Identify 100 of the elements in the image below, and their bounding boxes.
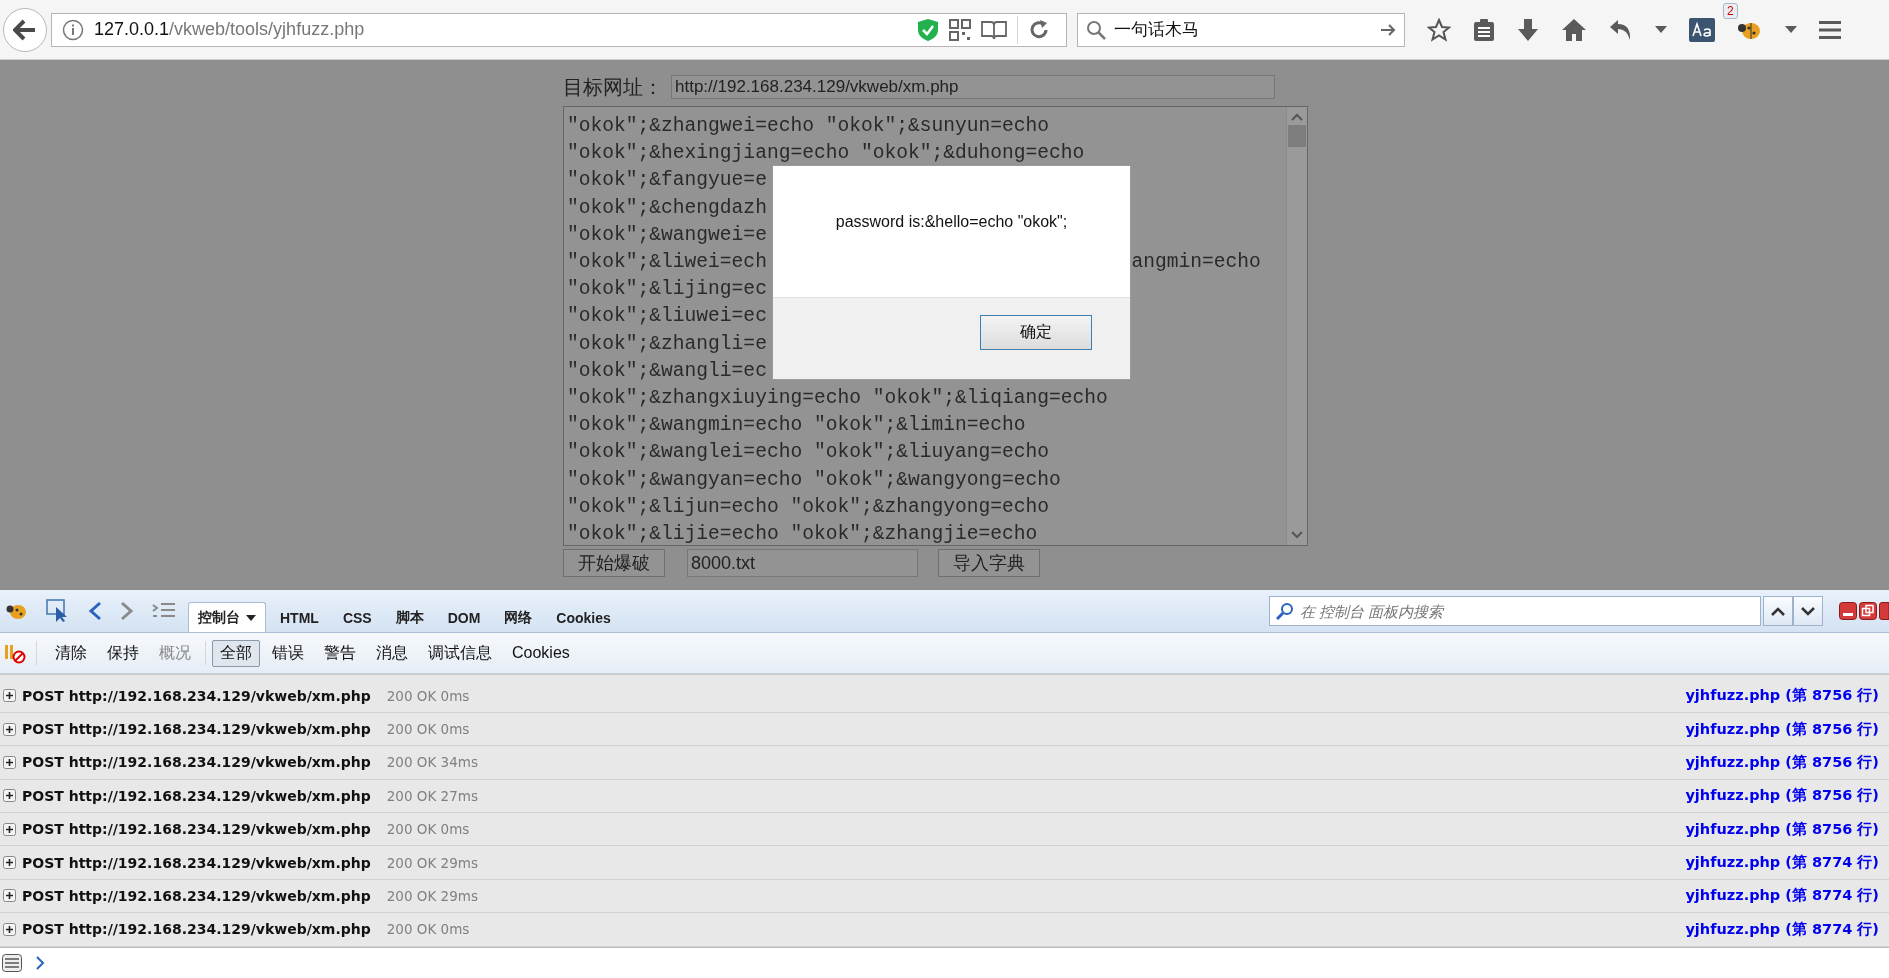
log-filter[interactable]: 调试信息	[420, 639, 500, 667]
qr-code-icon[interactable]	[949, 18, 971, 41]
book-icon[interactable]	[981, 19, 1007, 40]
log-row[interactable]: POST http://192.168.234.129/vkweb/xm.php 200 OK 0ms yjhfuzz.php (第 8756 行)	[0, 679, 1889, 713]
source-link[interactable]: yjhfuzz.php (第 8774 行)	[1685, 853, 1879, 873]
clear-console-icon[interactable]	[4, 642, 26, 665]
log-row[interactable]: POST http://192.168.234.129/vkweb/xm.php 200 OK 0ms yjhfuzz.php (第 8756 行)	[0, 813, 1889, 847]
scrollbar-thumb[interactable]	[1288, 125, 1306, 147]
log-filter[interactable]: 警告	[316, 639, 364, 667]
dropdown-caret-icon[interactable]	[1655, 25, 1667, 34]
expand-icon[interactable]	[3, 922, 16, 936]
log-row[interactable]: POST http://192.168.234.129/vkweb/xm.php 200 OK 0ms yjhfuzz.php (第 8756 行)	[0, 712, 1889, 747]
go-arrow-icon	[1380, 21, 1396, 38]
alert-message: password is:&hello=echo "okok";	[835, 212, 1068, 231]
close-icon[interactable]	[1879, 602, 1889, 621]
expand-icon[interactable]	[3, 889, 16, 903]
search-icon	[1086, 19, 1106, 40]
response-status: 200 OK 0ms	[386, 921, 470, 938]
scrollbar[interactable]	[1286, 107, 1307, 545]
ok-button[interactable]: 确定	[980, 315, 1092, 350]
star-icon[interactable]	[1427, 17, 1451, 42]
up-chevron-icon	[1771, 606, 1785, 616]
prompt-chevron-icon	[36, 955, 45, 970]
panel-tab[interactable]: HTML	[270, 602, 329, 633]
target-url-field[interactable]: http://192.168.234.129/vkweb/xm.php	[671, 75, 1275, 99]
expand-icon[interactable]	[3, 789, 16, 803]
request-text: POST http://192.168.234.129/vkweb/xm.php	[22, 921, 371, 938]
restore-icon[interactable]	[1859, 602, 1877, 621]
address-bar[interactable]: 127.0.0.1/vkweb/tools/yjhfuzz.php	[51, 12, 1067, 47]
undo-arrow-icon[interactable]	[1609, 18, 1633, 41]
source-link[interactable]: yjhfuzz.php (第 8774 行)	[1685, 919, 1879, 939]
console-action[interactable]: 清除	[47, 639, 95, 667]
log-row[interactable]: POST http://192.168.234.129/vkweb/xm.php 200 OK 0ms yjhfuzz.php (第 8774 行)	[0, 913, 1889, 947]
search-icon	[1276, 602, 1294, 621]
info-icon[interactable]	[62, 18, 84, 41]
panel-tab[interactable]: CSS	[332, 602, 382, 633]
log-filter[interactable]: 消息	[368, 639, 416, 667]
request-text: POST http://192.168.234.129/vkweb/xm.php	[22, 754, 371, 771]
source-link[interactable]: yjhfuzz.php (第 8756 行)	[1685, 819, 1879, 839]
home-icon[interactable]	[1561, 17, 1587, 42]
forward-chevron-icon[interactable]	[120, 601, 134, 622]
response-status: 200 OK 0ms	[386, 687, 470, 704]
clipboard-list-icon[interactable]	[1473, 17, 1495, 42]
url-text: 127.0.0.1/vkweb/tools/yjhfuzz.php	[94, 19, 366, 40]
log-row[interactable]: POST http://192.168.234.129/vkweb/xm.php 200 OK 29ms yjhfuzz.php (第 8774 行)	[0, 846, 1889, 880]
dropdown-caret-icon[interactable]	[1785, 25, 1797, 34]
notification-badge: 2	[1723, 2, 1738, 19]
expand-icon[interactable]	[3, 856, 16, 870]
back-arrow-icon	[13, 18, 37, 41]
request-text: POST http://192.168.234.129/vkweb/xm.php	[22, 721, 371, 738]
response-status: 200 OK 27ms	[386, 787, 478, 804]
down-chevron-icon	[1801, 606, 1815, 616]
panel-tab[interactable]: Cookies	[546, 602, 621, 633]
request-text: POST http://192.168.234.129/vkweb/xm.php	[22, 821, 371, 838]
scroll-up-icon[interactable]	[1291, 113, 1303, 121]
back-button[interactable]	[3, 7, 47, 52]
reload-icon[interactable]	[1028, 18, 1050, 41]
request-text: POST http://192.168.234.129/vkweb/xm.php	[22, 787, 371, 804]
expand-icon[interactable]	[3, 722, 16, 736]
source-link[interactable]: yjhfuzz.php (第 8756 行)	[1685, 786, 1879, 806]
log-row[interactable]: POST http://192.168.234.129/vkweb/xm.php 200 OK 34ms yjhfuzz.php (第 8756 行)	[0, 746, 1889, 780]
scroll-down-icon[interactable]	[1291, 531, 1303, 539]
panel-tab[interactable]: DOM	[437, 602, 491, 633]
response-status: 200 OK 29ms	[386, 888, 478, 904]
panel-tab[interactable]: 控制台	[188, 602, 266, 633]
command-editor-icon[interactable]	[2, 953, 22, 972]
response-status: 200 OK 0ms	[386, 721, 470, 738]
request-text: POST http://192.168.234.129/vkweb/xm.php	[22, 687, 371, 704]
previous-button[interactable]	[1763, 596, 1793, 627]
expand-icon[interactable]	[3, 822, 16, 836]
dictionary-file-field[interactable]: 8000.txt	[687, 549, 918, 577]
log-filter[interactable]: 错误	[264, 639, 312, 667]
back-chevron-icon[interactable]	[88, 601, 102, 622]
shield-check-icon[interactable]	[917, 17, 939, 42]
target-url-label: 目标网址：	[563, 74, 663, 100]
panel-search-field[interactable]: 在 控制台 面板内搜索	[1269, 596, 1761, 627]
import-dictionary-button[interactable]: 导入字典	[938, 549, 1040, 577]
log-row[interactable]: POST http://192.168.234.129/vkweb/xm.php 200 OK 29ms yjhfuzz.php (第 8774 行)	[0, 879, 1889, 914]
console-action[interactable]: 保持	[99, 639, 147, 667]
expand-icon[interactable]	[3, 755, 16, 769]
next-button[interactable]	[1793, 596, 1823, 627]
source-link[interactable]: yjhfuzz.php (第 8756 行)	[1685, 686, 1879, 706]
request-text: POST http://192.168.234.129/vkweb/xm.php	[22, 888, 371, 904]
source-link[interactable]: yjhfuzz.php (第 8774 行)	[1685, 886, 1879, 906]
source-link[interactable]: yjhfuzz.php (第 8756 行)	[1685, 719, 1879, 739]
response-status: 200 OK 34ms	[386, 754, 478, 771]
response-status: 200 OK 0ms	[386, 821, 470, 838]
log-filter[interactable]: Cookies	[504, 641, 578, 666]
source-link[interactable]: yjhfuzz.php (第 8756 行)	[1685, 752, 1879, 772]
menu-icon[interactable]	[1819, 20, 1841, 39]
download-icon[interactable]	[1517, 17, 1539, 42]
panel-tab[interactable]: 脚本	[385, 602, 434, 633]
search-field[interactable]: 一句话木马	[1077, 12, 1405, 47]
panel-tab[interactable]: 网络	[494, 602, 543, 633]
minimize-icon[interactable]	[1839, 602, 1857, 621]
start-button[interactable]: 开始爆破	[563, 549, 665, 577]
log-row[interactable]: POST http://192.168.234.129/vkweb/xm.php 200 OK 27ms yjhfuzz.php (第 8756 行)	[0, 779, 1889, 813]
font-aa-icon[interactable]	[1689, 17, 1715, 42]
expand-icon[interactable]	[3, 689, 16, 703]
log-filter[interactable]: 全部	[212, 639, 260, 667]
